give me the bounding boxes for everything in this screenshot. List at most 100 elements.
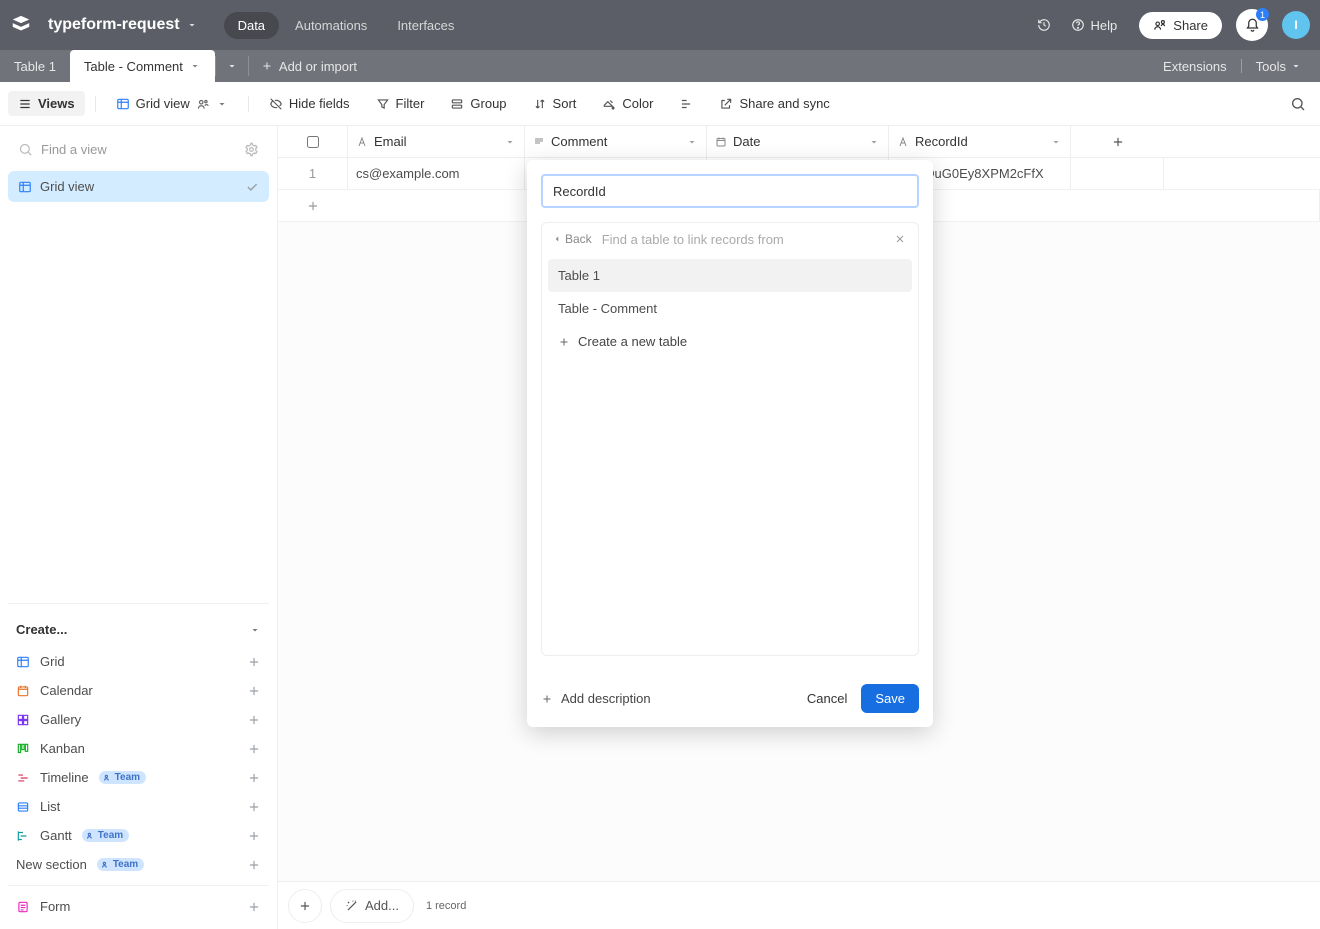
link-option-table-1[interactable]: Table 1 — [548, 259, 912, 292]
sort-label: Sort — [553, 96, 577, 111]
row-height-button[interactable] — [669, 92, 703, 116]
create-list[interactable]: List — [8, 792, 269, 821]
column-header-date[interactable]: Date — [707, 126, 889, 157]
table-tab-2[interactable]: Table - Comment — [70, 50, 215, 82]
back-button[interactable]: Back — [552, 232, 592, 246]
tab-automations[interactable]: Automations — [281, 12, 381, 39]
select-all-checkbox[interactable] — [278, 126, 348, 157]
view-item-grid[interactable]: Grid view — [8, 171, 269, 202]
create-new-section-label: New section — [16, 857, 87, 872]
group-button[interactable]: Group — [440, 91, 516, 116]
share-sync-button[interactable]: Share and sync — [709, 91, 839, 116]
tab-interfaces[interactable]: Interfaces — [383, 12, 468, 39]
base-name-dropdown[interactable]: typeform-request — [42, 12, 204, 38]
team-chip: Team — [82, 829, 129, 842]
hide-fields-button[interactable]: Hide fields — [259, 91, 360, 116]
create-kanban-label: Kanban — [40, 741, 85, 756]
base-name-label: typeform-request — [48, 16, 180, 34]
chevron-down-icon — [249, 624, 261, 636]
field-name-input[interactable] — [541, 174, 919, 208]
sort-button[interactable]: Sort — [523, 91, 587, 116]
grid-icon — [116, 97, 130, 111]
column-header-recordid[interactable]: RecordId — [889, 126, 1071, 157]
views-toggle-button[interactable]: Views — [8, 91, 85, 116]
link-table-search-placeholder[interactable]: Find a table to link records from — [598, 232, 886, 247]
column-label: Email — [374, 134, 407, 149]
create-form-label: Form — [40, 899, 70, 914]
chevron-down-icon — [1050, 136, 1062, 148]
search-icon — [18, 142, 33, 157]
add-description-label: Add description — [561, 691, 651, 706]
view-item-label: Grid view — [40, 179, 94, 194]
find-view-input[interactable]: Find a view — [8, 134, 269, 165]
add-column-button[interactable] — [1071, 126, 1164, 157]
create-gallery-label: Gallery — [40, 712, 81, 727]
cell-email[interactable]: cs@example.com — [348, 158, 525, 189]
add-extra-button[interactable]: Add... — [330, 889, 414, 923]
share-button[interactable]: Share — [1139, 12, 1222, 39]
create-timeline[interactable]: Timeline Team — [8, 763, 269, 792]
row-number: 1 — [278, 158, 348, 189]
column-header-comment[interactable]: Comment — [525, 126, 707, 157]
create-calendar[interactable]: Calendar — [8, 676, 269, 705]
team-chip: Team — [99, 771, 146, 784]
create-toggle[interactable]: Create... — [8, 612, 269, 647]
link-option-table-comment[interactable]: Table - Comment — [548, 292, 912, 325]
create-section: Create... Grid Calendar Gallery Kanban — [8, 603, 269, 921]
search-button[interactable] — [1284, 90, 1312, 118]
table-tabs-more[interactable] — [216, 50, 248, 82]
notifications-badge: 1 — [1256, 8, 1269, 21]
grid-icon — [16, 655, 30, 669]
link-table-panel: Back Find a table to link records from T… — [541, 222, 919, 656]
current-view-button[interactable]: Grid view — [106, 91, 238, 116]
main-area: Find a view Grid view Create... — [0, 126, 1320, 929]
help-label: Help — [1091, 18, 1118, 33]
create-new-table-button[interactable]: Create a new table — [548, 325, 912, 358]
close-button[interactable] — [892, 231, 908, 247]
create-calendar-label: Calendar — [40, 683, 93, 698]
user-avatar[interactable]: I — [1282, 11, 1310, 39]
table-tab-1[interactable]: Table 1 — [0, 50, 70, 82]
color-button[interactable]: Color — [592, 91, 663, 116]
add-extra-label: Add... — [365, 898, 399, 913]
chevron-down-icon — [189, 60, 201, 72]
calendar-icon — [16, 684, 30, 698]
plus-icon — [247, 829, 261, 843]
grid-header-row: Email Comment Date RecordId — [278, 126, 1320, 158]
tab-data[interactable]: Data — [224, 12, 279, 39]
extensions-button[interactable]: Extensions — [1157, 59, 1233, 74]
add-or-import-button[interactable]: Add or import — [249, 50, 369, 82]
plus-icon — [247, 742, 261, 756]
create-new-section[interactable]: New section Team — [8, 850, 269, 879]
create-list-label: List — [40, 799, 60, 814]
column-header-email[interactable]: Email — [348, 126, 525, 157]
create-grid[interactable]: Grid — [8, 647, 269, 676]
kanban-icon — [16, 742, 30, 756]
help-button[interactable]: Help — [1063, 18, 1126, 33]
create-kanban[interactable]: Kanban — [8, 734, 269, 763]
views-label: Views — [38, 96, 75, 111]
table-tabs-bar: Table 1 Table - Comment Add or import Ex… — [0, 50, 1320, 82]
group-label: Group — [470, 96, 506, 111]
create-gantt[interactable]: Gantt Team — [8, 821, 269, 850]
create-form[interactable]: Form — [8, 892, 269, 921]
view-toolbar: Views Grid view Hide fields Filter Group… — [0, 82, 1320, 126]
gear-icon[interactable] — [244, 142, 259, 157]
save-button[interactable]: Save — [861, 684, 919, 713]
chevron-down-icon — [686, 136, 698, 148]
share-sync-label: Share and sync — [739, 96, 829, 111]
plus-icon — [247, 655, 261, 669]
timeline-icon — [16, 771, 30, 785]
tools-button[interactable]: Tools — [1250, 59, 1308, 74]
plus-icon — [247, 684, 261, 698]
history-button[interactable] — [1031, 12, 1057, 38]
gantt-icon — [16, 829, 30, 843]
top-nav-tabs: Data Automations Interfaces — [224, 12, 469, 39]
app-bar: typeform-request Data Automations Interf… — [0, 0, 1320, 50]
add-record-button[interactable] — [288, 889, 322, 923]
app-logo — [10, 14, 32, 36]
add-description-button[interactable]: Add description — [541, 691, 651, 706]
create-gallery[interactable]: Gallery — [8, 705, 269, 734]
filter-button[interactable]: Filter — [366, 91, 435, 116]
cancel-button[interactable]: Cancel — [793, 684, 861, 713]
